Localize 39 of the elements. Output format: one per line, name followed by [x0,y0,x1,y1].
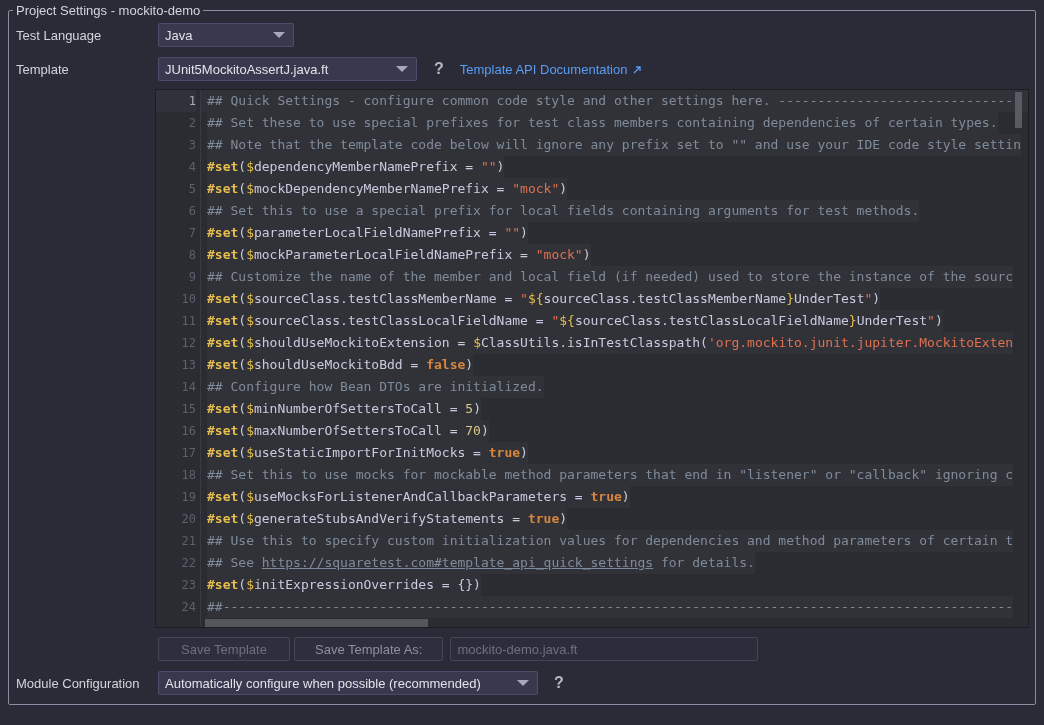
vertical-scrollbar[interactable] [1015,92,1022,128]
documentation-link[interactable]: Template API Documentation [459,61,628,77]
line-number: 9 [187,269,196,286]
code-editor[interactable] [155,89,1029,628]
language-dropdown[interactable]: Java [158,23,294,47]
help-icon[interactable]: ? [554,674,564,692]
line-number: 5 [187,181,196,198]
line-number: 12 [180,335,196,352]
line-number: 22 [180,555,196,572]
line-number: 10 [180,291,196,308]
line-number: 21 [180,533,196,550]
line-number: 8 [187,247,196,264]
line-number: 2 [187,115,196,132]
line-number: 16 [180,423,196,440]
field-label: Test Language [16,27,103,43]
line-number: 15 [180,401,196,418]
line-number: 7 [187,225,196,242]
line-number: 18 [180,467,196,484]
external-link-icon [633,66,642,74]
line-number: 3 [187,137,196,154]
line-number: 24 [180,599,196,616]
line-number: 6 [187,203,196,220]
line-number: 1 [156,90,196,112]
field-label: Template [16,61,70,77]
module-configuration-dropdown[interactable]: Automatically configure when possible (recommended) [158,671,538,695]
line-number: 4 [187,159,196,176]
line-number: 13 [180,357,196,374]
panel-title: Project Settings - mockito-demo [15,3,202,18]
template-dropdown[interactable]: JUnit5MockitoAssertJ.java.ft [158,57,417,81]
save-button[interactable]: Save Template As: [294,637,444,661]
line-number: 20 [180,511,196,528]
line-number: 23 [180,577,196,594]
line-number: 17 [180,445,196,462]
line-number: 14 [180,379,196,396]
field-label: Module Configuration [16,675,141,691]
horizontal-scrollbar[interactable] [205,619,428,627]
line-number: 19 [180,489,196,506]
line-number: 11 [180,313,196,330]
help-icon[interactable]: ? [434,60,444,78]
